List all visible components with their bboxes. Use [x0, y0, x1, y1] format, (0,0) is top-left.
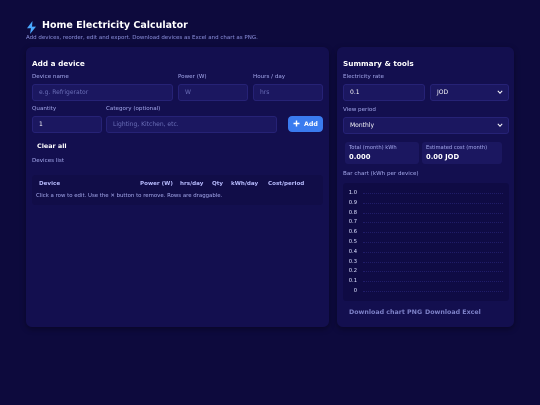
column-header-hours: hrs/day	[180, 181, 204, 187]
total-kwh-label: Total (month) kWh	[349, 145, 397, 151]
devices-list-label: Devices list	[32, 158, 65, 164]
y-tick-label: 0.4	[348, 248, 357, 255]
grid-line	[363, 212, 503, 214]
column-header-kwh: kWh/day	[231, 181, 259, 187]
y-tick-label: 0	[353, 288, 357, 294]
grid-line	[363, 261, 503, 263]
chevron-down-icon	[497, 89, 503, 95]
device-name-label: Device name	[32, 74, 69, 80]
plus-icon	[293, 120, 300, 129]
chart-label: Bar chart (kWh per device)	[343, 171, 419, 177]
power-label: Power (W)	[178, 74, 207, 80]
grid-line	[363, 281, 503, 283]
bar-chart: 1.0 0.9 0.8 0.7 0.6 0.5 0.4 0.3 0.2 0.1 0	[343, 183, 509, 301]
rate-label: Electricity rate	[343, 74, 384, 80]
hours-label: Hours / day	[253, 74, 286, 80]
category-input[interactable]: Lighting, Kitchen, etc.	[106, 116, 277, 133]
add-button-label: Add	[304, 120, 318, 128]
app-title: Home Electricity Calculator	[42, 20, 188, 31]
app-subtitle: Add devices, reorder, edit and export. D…	[26, 35, 258, 41]
estimated-cost-label: Estimated cost (month)	[426, 145, 488, 151]
category-label: Category (optional)	[106, 106, 161, 112]
currency-select-value: JOD	[437, 89, 449, 96]
y-tick-label: 0.1	[348, 278, 357, 285]
hours-input[interactable]: hrs	[253, 84, 323, 101]
add-button[interactable]: Add	[288, 116, 323, 132]
total-kwh-stat: Total (month) kWh 0.000	[345, 142, 419, 164]
quantity-input[interactable]: 1	[32, 116, 102, 133]
power-input[interactable]: W	[178, 84, 248, 101]
estimated-cost-stat: Estimated cost (month) 0.00 JOD	[422, 142, 502, 164]
grid-line	[363, 271, 503, 273]
y-tick-label: 0.9	[348, 199, 357, 206]
grid-line	[363, 193, 503, 194]
y-tick-label: 0.3	[348, 258, 357, 265]
grid-line	[363, 232, 503, 234]
y-tick-label: 1.0	[348, 190, 357, 196]
download-excel-button[interactable]: Download Excel	[425, 309, 481, 316]
summary-heading: Summary & tools	[343, 59, 414, 68]
quantity-label: Quantity	[32, 106, 57, 112]
table-hint: Click a row to edit. Use the ✕ button to…	[36, 193, 223, 199]
bolt-icon	[26, 19, 37, 34]
clear-all-button[interactable]: Clear all	[37, 142, 67, 150]
chevron-down-icon	[497, 122, 503, 128]
rate-input[interactable]: 0.1	[343, 84, 425, 101]
download-chart-button[interactable]: Download chart PNG	[349, 309, 422, 316]
view-period-value: Monthly	[350, 122, 375, 129]
column-header-cost: Cost/period	[268, 181, 305, 187]
estimated-cost-value: 0.00 JOD	[426, 153, 460, 161]
app-header: Home Electricity Calculator Add devices,…	[26, 19, 258, 41]
total-kwh-value: 0.000	[349, 153, 371, 161]
y-tick-label: 0.5	[348, 239, 357, 245]
grid-line	[363, 251, 503, 253]
grid-line	[363, 242, 503, 243]
grid-line	[363, 222, 503, 224]
column-header-power: Power (W)	[140, 181, 173, 187]
view-period-label: View period	[343, 107, 376, 113]
y-tick-label: 0.2	[348, 268, 357, 275]
grid-line	[363, 202, 503, 204]
currency-select[interactable]: JOD	[430, 84, 509, 101]
grid-line	[363, 291, 503, 292]
add-device-heading: Add a device	[32, 59, 85, 68]
y-tick-label: 0.8	[348, 209, 357, 216]
view-period-select[interactable]: Monthly	[343, 117, 509, 134]
column-header-qty: Qty	[212, 181, 224, 187]
y-tick-label: 0.7	[348, 219, 357, 226]
y-tick-label: 0.6	[348, 229, 357, 236]
devices-table: Device Power (W) hrs/day Qty kWh/day Cos…	[32, 175, 323, 205]
device-name-input[interactable]: e.g. Refrigerator	[32, 84, 173, 101]
column-header-device: Device	[39, 181, 61, 187]
